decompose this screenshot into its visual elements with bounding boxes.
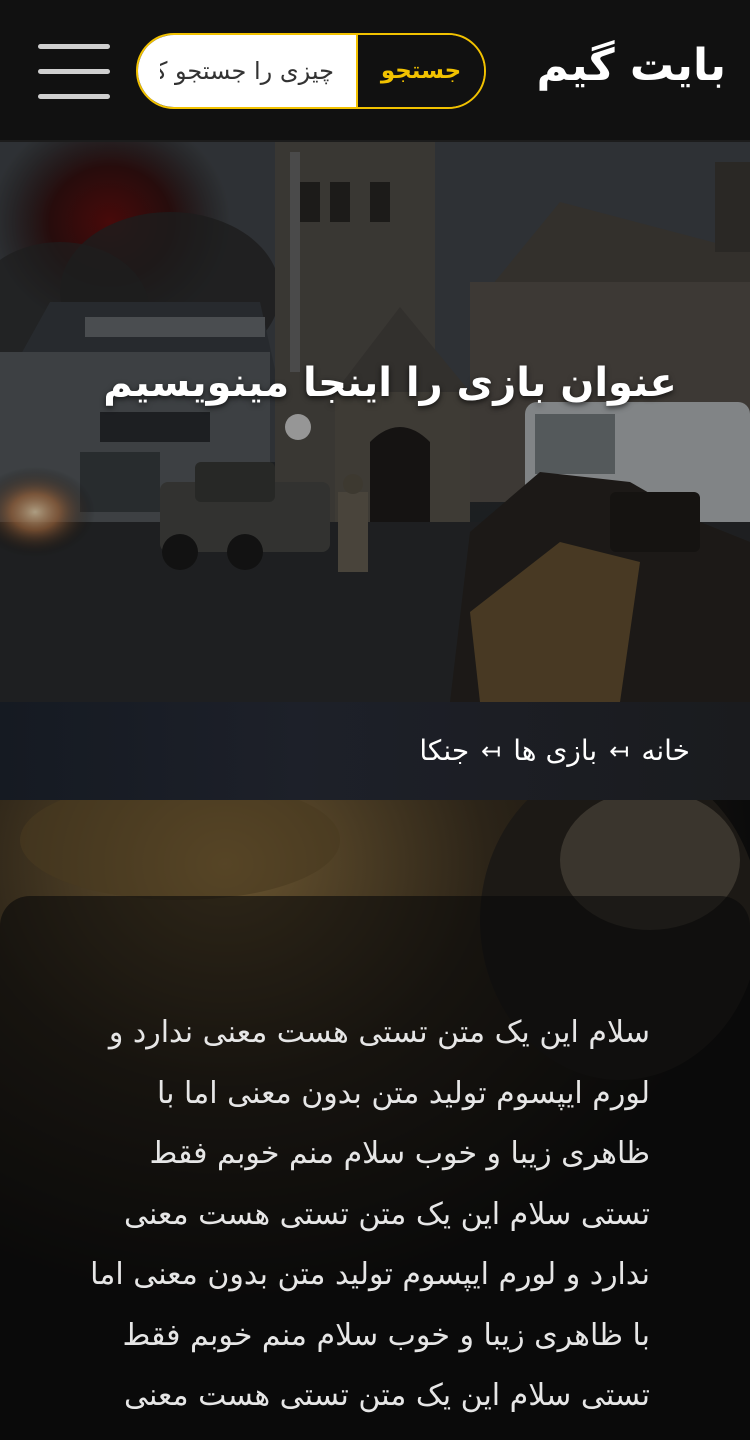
breadcrumb-home[interactable]: خانه xyxy=(641,734,690,767)
breadcrumb-arrow-icon: ↤ xyxy=(609,736,630,765)
site-logo[interactable]: بایت گیم xyxy=(536,40,727,91)
hero-banner: عنوان بازی را اینجا مینویسیم xyxy=(0,142,750,702)
breadcrumb: خانه ↤ بازی ها ↤ جنکا xyxy=(419,734,690,767)
breadcrumb-arrow-icon: ↤ xyxy=(481,736,502,765)
breadcrumb-games[interactable]: بازی ها xyxy=(513,734,597,767)
search-button[interactable]: جستجو xyxy=(356,35,484,107)
site-header: بایت گیم جستجو xyxy=(0,0,750,142)
hamburger-menu-icon[interactable] xyxy=(38,44,110,100)
search-bar: جستجو xyxy=(136,33,486,109)
hero-overlay xyxy=(0,142,750,702)
search-input[interactable] xyxy=(138,35,356,107)
breadcrumb-bar: خانه ↤ بازی ها ↤ جنکا xyxy=(0,702,750,800)
breadcrumb-current: جنکا xyxy=(419,734,470,767)
menu-line xyxy=(38,94,110,99)
page: بایت گیم جستجو xyxy=(0,0,750,1440)
menu-line xyxy=(38,69,110,74)
menu-line xyxy=(38,44,110,49)
content-paragraph: سلام این یک متن تستی هست معنی ندارد و لو… xyxy=(90,1015,650,1440)
hero-title: عنوان بازی را اینجا مینویسیم xyxy=(103,360,677,406)
